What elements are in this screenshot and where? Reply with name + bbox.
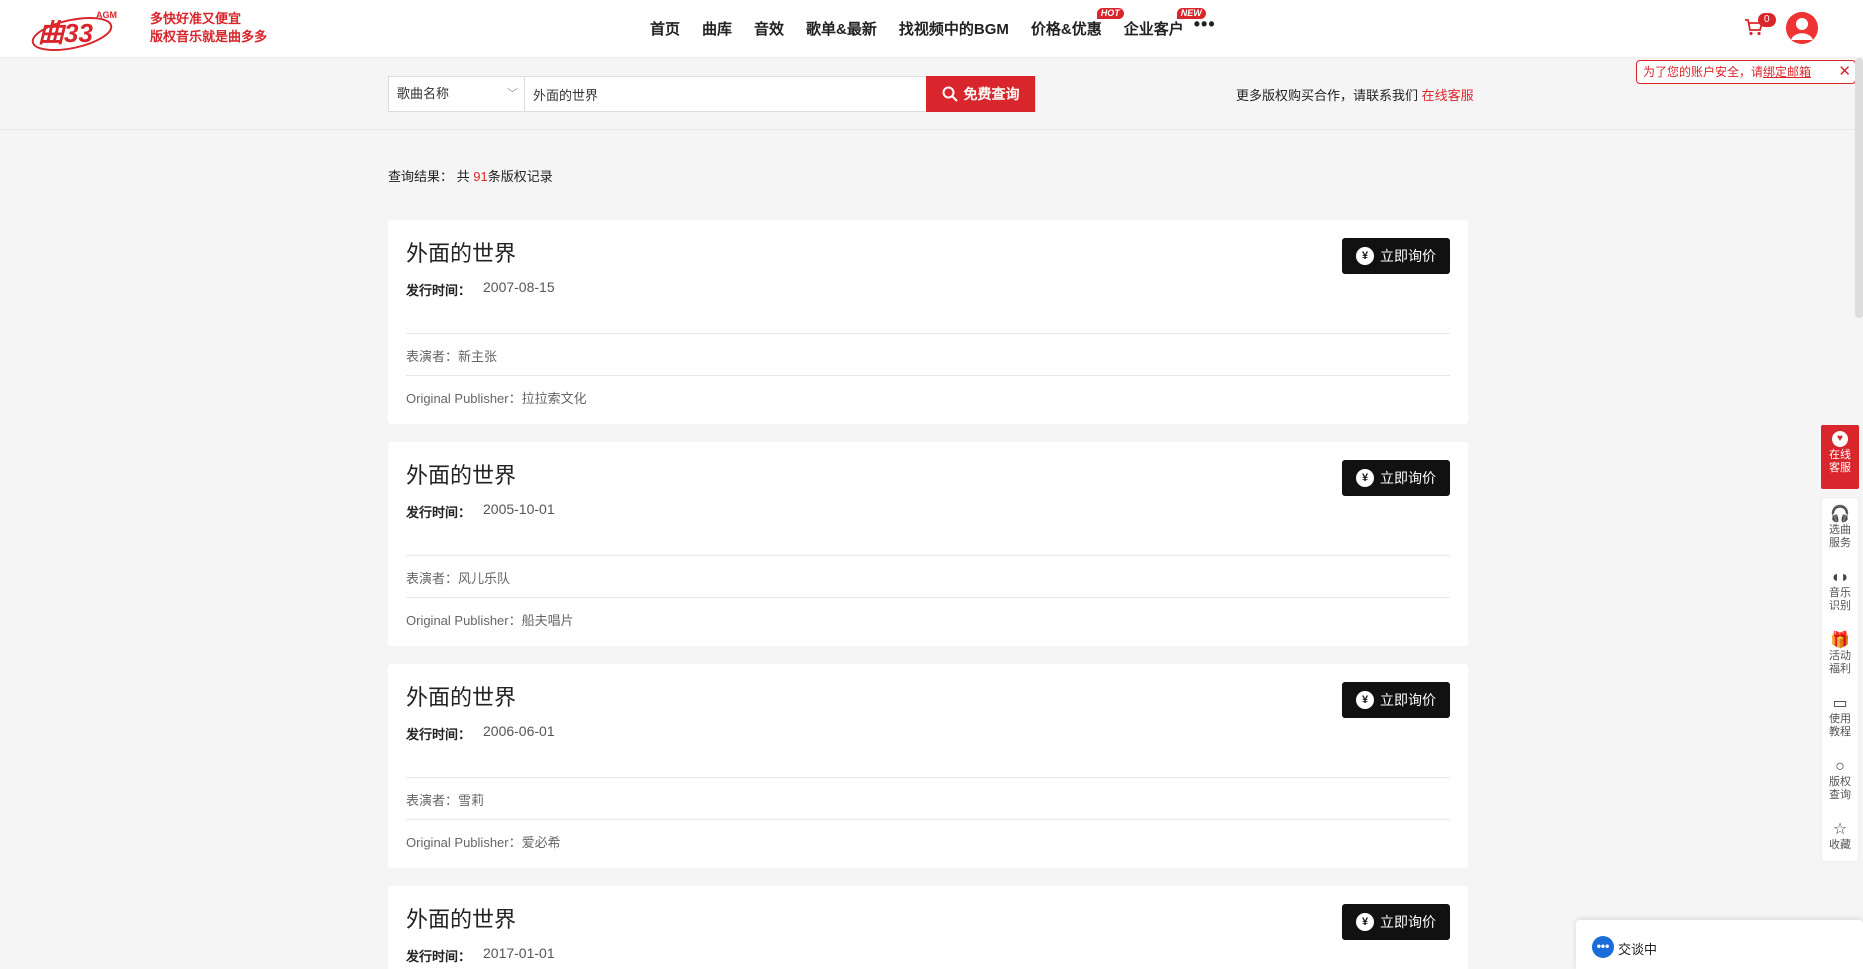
security-notice: 为了您的账户安全，请绑定邮箱 ✕ [1636,60,1856,84]
online-service-button[interactable]: ♥ 在线 客服 [1821,425,1859,489]
divider [406,819,1450,820]
release-date: 2007-08-15 [483,279,555,295]
chevron-down-icon: ﹀ [507,88,518,100]
release-date: 2006-06-01 [483,723,555,739]
top-header: 曲33 AGM 多快好准又便宜 版权音乐就是曲多多 首页 曲库 音效 歌单&最新… [0,0,1863,58]
inquire-button[interactable]: ¥ 立即询价 [1342,460,1450,496]
sidebar-item-music-recognition[interactable]: ◖◗ 音乐 识别 [1822,561,1858,624]
more-icon[interactable]: ••• [1194,14,1216,39]
song-title[interactable]: 外面的世界 [406,680,516,712]
result-card: 外面的世界 发行时间： 2006-06-01 ¥ 立即询价 表演者：雪莉 Orig… [388,664,1468,868]
publisher: Original Publisher：爱必希 [406,835,561,850]
inquire-button[interactable]: ¥ 立即询价 [1342,238,1450,274]
search-type-select[interactable]: 歌曲名称 ﹀ [389,77,525,111]
nav-sound-effects[interactable]: 音效 [754,18,784,39]
divider [406,777,1450,778]
close-icon[interactable]: ✕ [1838,61,1851,83]
avatar[interactable] [1786,12,1818,44]
logo-sub: AGM [96,10,117,20]
promo-text: 更多版权购买合作，请联系我们 在线客服 [1236,88,1474,103]
yen-icon: ¥ [1356,469,1374,487]
divider [406,333,1450,334]
sidebar-list: 🎧 选曲 服务 ◖◗ 音乐 识别 🎁 活动 福利 ▭ 使用 教程 ○ 版权 查询… [1821,497,1859,862]
chat-bubble-icon: ••• [1592,936,1614,958]
release-date: 2005-10-01 [483,501,555,517]
performer: 表演者：雪莉 [406,793,485,808]
performer: 表演者：风儿乐队 [406,571,511,586]
headphones-icon: ◖◗ [1830,569,1850,586]
result-card: 外面的世界 发行时间： 2017-01-01 ¥ 立即询价 [388,886,1468,969]
yen-icon: ¥ [1356,691,1374,709]
divider [406,597,1450,598]
slogan-line2: 版权音乐就是曲多多 [150,29,268,44]
logo[interactable]: 曲33 AGM [30,6,126,52]
chat-widget[interactable]: ••• 交谈中 [1576,920,1863,969]
nav-home[interactable]: 首页 [650,18,680,39]
chat-status: 交谈中 [1618,942,1658,957]
search-button[interactable]: 免费查询 [926,76,1035,112]
scrollbar[interactable] [1855,58,1863,318]
hot-badge: HOT [1096,8,1124,19]
publisher: Original Publisher：拉拉索文化 [406,391,587,406]
performer: 表演者：新主张 [406,349,498,364]
song-title[interactable]: 外面的世界 [406,458,516,490]
search-icon: ○ [1835,758,1845,775]
divider [406,555,1450,556]
search-area: 歌曲名称 ﹀ 免费查询 更多版权购买合作，请联系我们 在线客服 [0,58,1863,130]
release-date: 2017-01-01 [483,945,555,961]
divider [406,375,1450,376]
release-date-label: 发行时间： [406,949,472,964]
yen-icon: ¥ [1356,247,1374,265]
release-date-label: 发行时间： [406,283,472,298]
right-sidebar: ♥ 在线 客服 🎧 选曲 服务 ◖◗ 音乐 识别 🎁 活动 福利 ▭ 使用 教程… [1821,425,1859,862]
nav-find-bgm[interactable]: 找视频中的BGM [899,18,1009,39]
logo-text: 曲33 [38,18,93,48]
slogan: 多快好准又便宜 版权音乐就是曲多多 [150,10,267,46]
tutorial-icon: ▭ [1832,695,1848,712]
sidebar-item-song-selection[interactable]: 🎧 选曲 服务 [1822,498,1858,561]
publisher: Original Publisher：船夫唱片 [406,613,574,628]
nav-library[interactable]: 曲库 [702,18,732,39]
inquire-button[interactable]: ¥ 立即询价 [1342,682,1450,718]
sidebar-item-favorites[interactable]: ☆ 收藏 [1822,813,1858,861]
gift-icon: 🎁 [1830,632,1850,649]
nav-playlists[interactable]: 歌单&最新 [806,18,877,39]
search-icon [942,86,958,102]
result-card: 外面的世界 发行时间： 2007-08-15 ¥ 立即询价 表演者：新主张 Ori… [388,220,1468,424]
main-nav: 首页 曲库 音效 歌单&最新 找视频中的BGM 价格&优惠 HOT 企业客户 NEW… [650,8,1238,39]
yen-icon: ¥ [1356,913,1374,931]
sidebar-item-tutorial[interactable]: ▭ 使用 教程 [1822,687,1858,750]
result-count: 查询结果： 共 91条版权记录 [388,169,553,184]
bind-email-link[interactable]: 绑定邮箱 [1763,65,1811,79]
sidebar-item-copyright-search[interactable]: ○ 版权 查询 [1822,750,1858,813]
heart-icon: ♥ [1832,431,1848,447]
song-title[interactable]: 外面的世界 [406,236,516,268]
slogan-line1: 多快好准又便宜 [150,11,242,26]
headset-icon: 🎧 [1830,506,1850,523]
release-date-label: 发行时间： [406,505,472,520]
nav-pricing[interactable]: 价格&优惠 HOT [1031,8,1124,39]
inquire-button[interactable]: ¥ 立即询价 [1342,904,1450,940]
result-card: 外面的世界 发行时间： 2005-10-01 ¥ 立即询价 表演者：风儿乐队 Or… [388,442,1468,646]
star-icon: ☆ [1832,821,1848,838]
nav-enterprise[interactable]: 企业客户 NEW [1124,8,1206,39]
sidebar-item-promotions[interactable]: 🎁 活动 福利 [1822,624,1858,687]
cart-count-badge: 0 [1758,13,1776,27]
online-service-link[interactable]: 在线客服 [1422,88,1474,103]
song-title[interactable]: 外面的世界 [406,902,516,934]
release-date-label: 发行时间： [406,727,472,742]
